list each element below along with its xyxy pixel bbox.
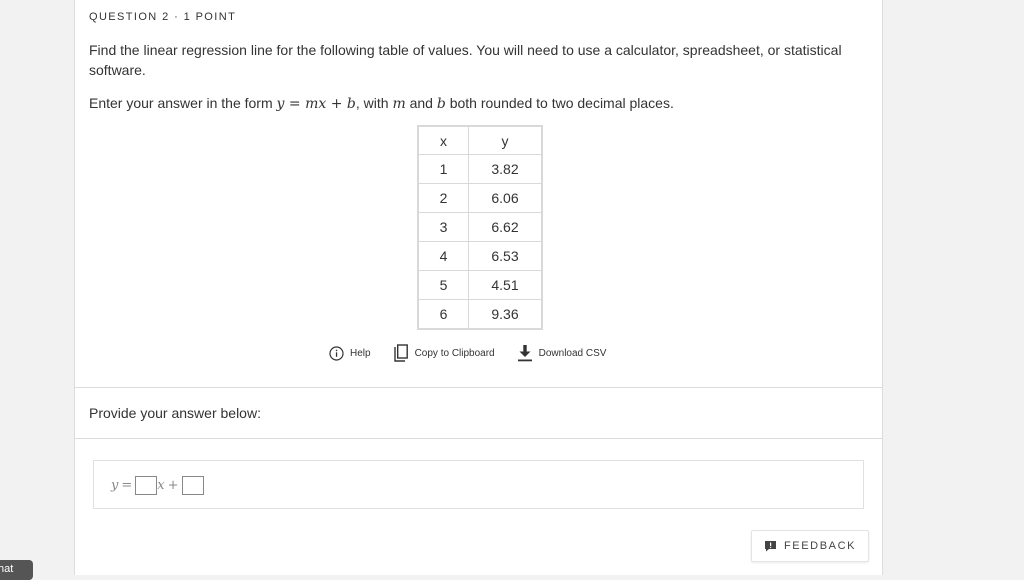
cell-x: 5 (417, 270, 469, 300)
question-text: Find the linear regression line for the … (89, 42, 842, 78)
question-header: QUESTION 2 · 1 POINT (89, 11, 237, 23)
answer-eq-plus: + (167, 477, 179, 493)
info-icon (329, 345, 344, 361)
answer-prompt: Provide your answer below: (89, 405, 261, 421)
chat-button[interactable]: hat (0, 560, 33, 580)
table-row: 6 9.36 (417, 299, 543, 330)
question-card: QUESTION 2 · 1 POINT Find the linear reg… (74, 0, 883, 575)
slope-input[interactable] (135, 475, 158, 495)
download-icon (517, 345, 532, 362)
form-m: m (392, 96, 406, 112)
answer-eq-equals: = (121, 477, 133, 493)
table-row: 4 6.53 (417, 241, 543, 271)
feedback-label: FEEDBACK (783, 540, 857, 552)
help-button[interactable]: Help (329, 345, 371, 361)
copy-to-clipboard-button[interactable]: Copy to Clipboard (393, 344, 495, 362)
answer-eq-x: x (157, 477, 165, 493)
copy-icon (393, 344, 408, 362)
form-eq-y: y (276, 96, 285, 112)
answer-format-instructions: Enter your answer in the form y = mx + b… (89, 93, 674, 114)
section-divider (75, 387, 882, 388)
values-table: x y 1 3.82 2 6.06 3 6.62 4 6.53 5 4.51 6 9.36 (417, 125, 543, 330)
section-divider (75, 438, 882, 439)
copy-label: Copy to Clipboard (414, 347, 495, 359)
table-row: 5 4.51 (417, 270, 543, 300)
cell-x: 2 (417, 183, 469, 213)
form-mid2: and (409, 95, 433, 111)
cell-x: 1 (417, 154, 469, 184)
form-mid1: , with (355, 95, 389, 111)
cell-x: 4 (417, 241, 469, 271)
column-header-x: x (417, 125, 469, 155)
cell-y: 9.36 (468, 299, 543, 330)
cell-x: 3 (417, 212, 469, 242)
cell-y: 6.06 (468, 183, 543, 213)
table-tools: Help Copy to Clipboard Download CSV (329, 343, 628, 363)
download-csv-button[interactable]: Download CSV (517, 344, 607, 362)
intercept-input[interactable] (181, 475, 204, 495)
table-row: 1 3.82 (417, 154, 543, 184)
feedback-button[interactable]: FEEDBACK (751, 530, 869, 562)
answer-eq-y: y (111, 477, 119, 493)
cell-y: 4.51 (468, 270, 543, 300)
form-eq-rest: = mx + b (288, 96, 356, 112)
cell-y: 6.62 (468, 212, 543, 242)
table-row: 3 6.62 (417, 212, 543, 242)
cell-y: 3.82 (468, 154, 543, 184)
answer-box: y = x + (93, 460, 864, 509)
feedback-icon (764, 541, 776, 552)
cell-y: 6.53 (468, 241, 543, 271)
download-label: Download CSV (538, 347, 607, 359)
form-equation: y = mx + b (277, 96, 356, 112)
table-header-row: x y (417, 125, 543, 155)
answer-equation: y = x + (111, 475, 204, 495)
help-label: Help (350, 347, 371, 359)
form-b: b (436, 96, 446, 112)
column-header-y: y (468, 125, 543, 155)
form-suffix: both rounded to two decimal places. (449, 95, 674, 111)
form-prefix: Enter your answer in the form (89, 95, 273, 111)
table-row: 2 6.06 (417, 183, 543, 213)
cell-x: 6 (417, 299, 469, 330)
